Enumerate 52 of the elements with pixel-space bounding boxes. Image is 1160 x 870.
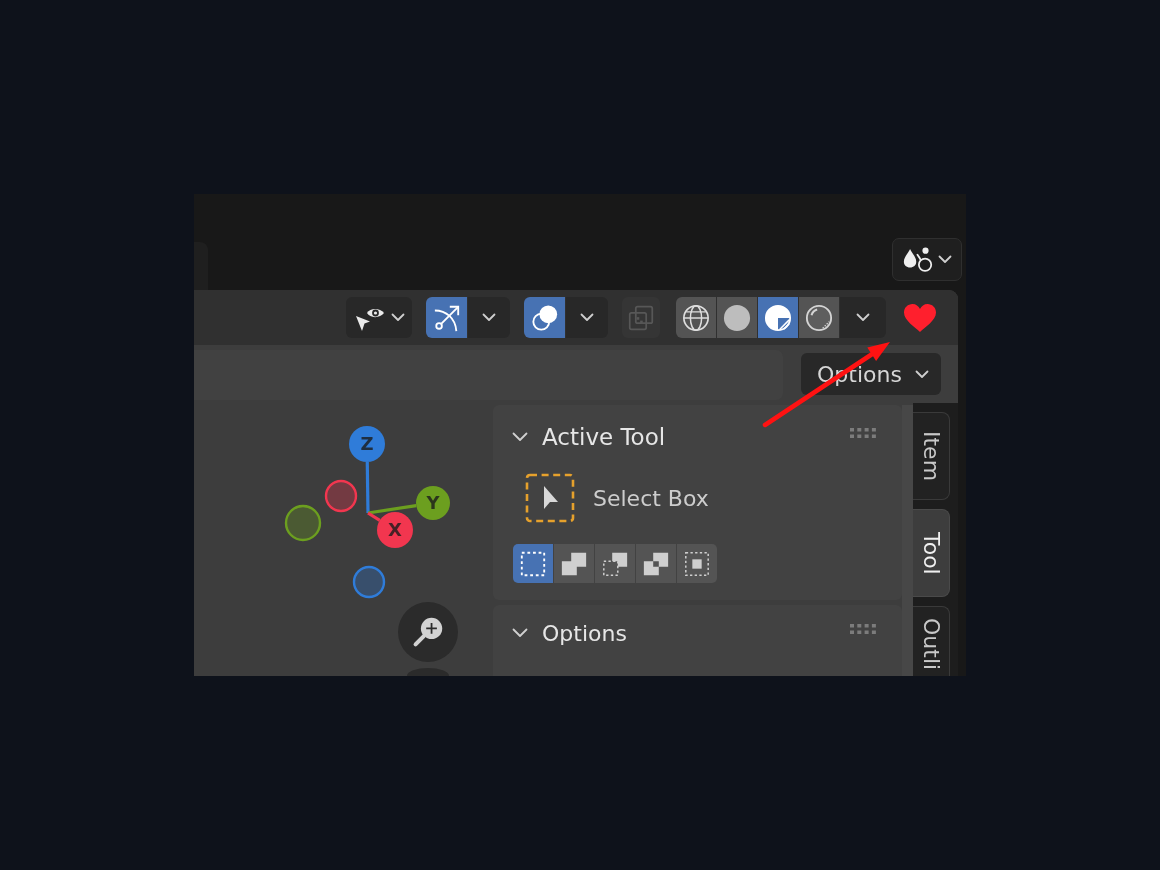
grip-icon[interactable]	[850, 428, 876, 438]
select-box-icon[interactable]	[525, 473, 575, 523]
axis-handle[interactable]	[416, 486, 450, 520]
axis-label: X	[388, 519, 402, 540]
navigation-gizmo[interactable]: Z Y X	[284, 426, 450, 599]
droplets-icon	[902, 246, 933, 273]
wireframe-sphere-icon	[682, 303, 710, 332]
sidebar-tab[interactable]: Outli	[913, 606, 950, 676]
stacked-squares-icon	[628, 304, 654, 331]
sidebar-scrollbar[interactable]	[902, 405, 913, 676]
arc-arrow-icon	[432, 303, 461, 332]
sidebar-tab[interactable]: Item	[913, 412, 950, 500]
gizmo-dropdown[interactable]	[468, 297, 510, 338]
chevron-down-icon	[937, 255, 952, 264]
magnifier-plus-icon	[412, 616, 444, 648]
glossy-sphere-icon	[805, 303, 833, 332]
chevron-down-icon	[580, 313, 594, 322]
chevron-down-icon	[915, 369, 929, 379]
panel-title: Active Tool	[542, 424, 666, 450]
gizmo-toggle[interactable]	[426, 297, 467, 338]
axis-label: Z	[360, 433, 374, 454]
sidebar-tab[interactable]: Tool	[913, 509, 950, 597]
dashed-square-icon	[519, 549, 547, 578]
grip-icon[interactable]	[850, 624, 876, 634]
overlays-toggle[interactable]	[524, 297, 565, 338]
axis-handle[interactable]	[349, 426, 385, 462]
selection-mode-button[interactable]	[513, 544, 553, 583]
shading-mode-button[interactable]	[676, 297, 716, 338]
chevron-down-icon	[391, 313, 405, 322]
shading-mode-button[interactable]	[758, 297, 798, 338]
selection-mode-button[interactable]	[554, 544, 594, 583]
intersect-squares-icon	[683, 549, 711, 578]
shading-popover-button[interactable]	[892, 238, 962, 281]
axis-handle[interactable]	[377, 512, 413, 548]
chevron-down-icon	[482, 313, 496, 322]
selection-mode-button[interactable]	[677, 544, 717, 583]
chevron-down-icon[interactable]	[512, 432, 528, 442]
shading-mode-button[interactable]	[717, 297, 757, 338]
solid-sphere-icon	[723, 303, 751, 332]
shading-mode-button[interactable]	[799, 297, 839, 338]
overlapping-circles-icon	[530, 303, 559, 332]
panel-title: Options	[542, 620, 627, 646]
heart-icon[interactable]	[903, 302, 937, 333]
half-filled-sphere-icon	[764, 303, 792, 332]
chevron-down-icon	[856, 313, 870, 322]
selection-mode-button[interactable]	[636, 544, 676, 583]
chevron-down-icon[interactable]	[512, 628, 528, 638]
overlays-dropdown[interactable]	[566, 297, 608, 338]
axis-label: Y	[426, 492, 440, 513]
tool-name: Select Box	[593, 485, 709, 511]
selection-mode-button[interactable]	[595, 544, 635, 583]
visibility-dropdown[interactable]	[346, 297, 412, 338]
